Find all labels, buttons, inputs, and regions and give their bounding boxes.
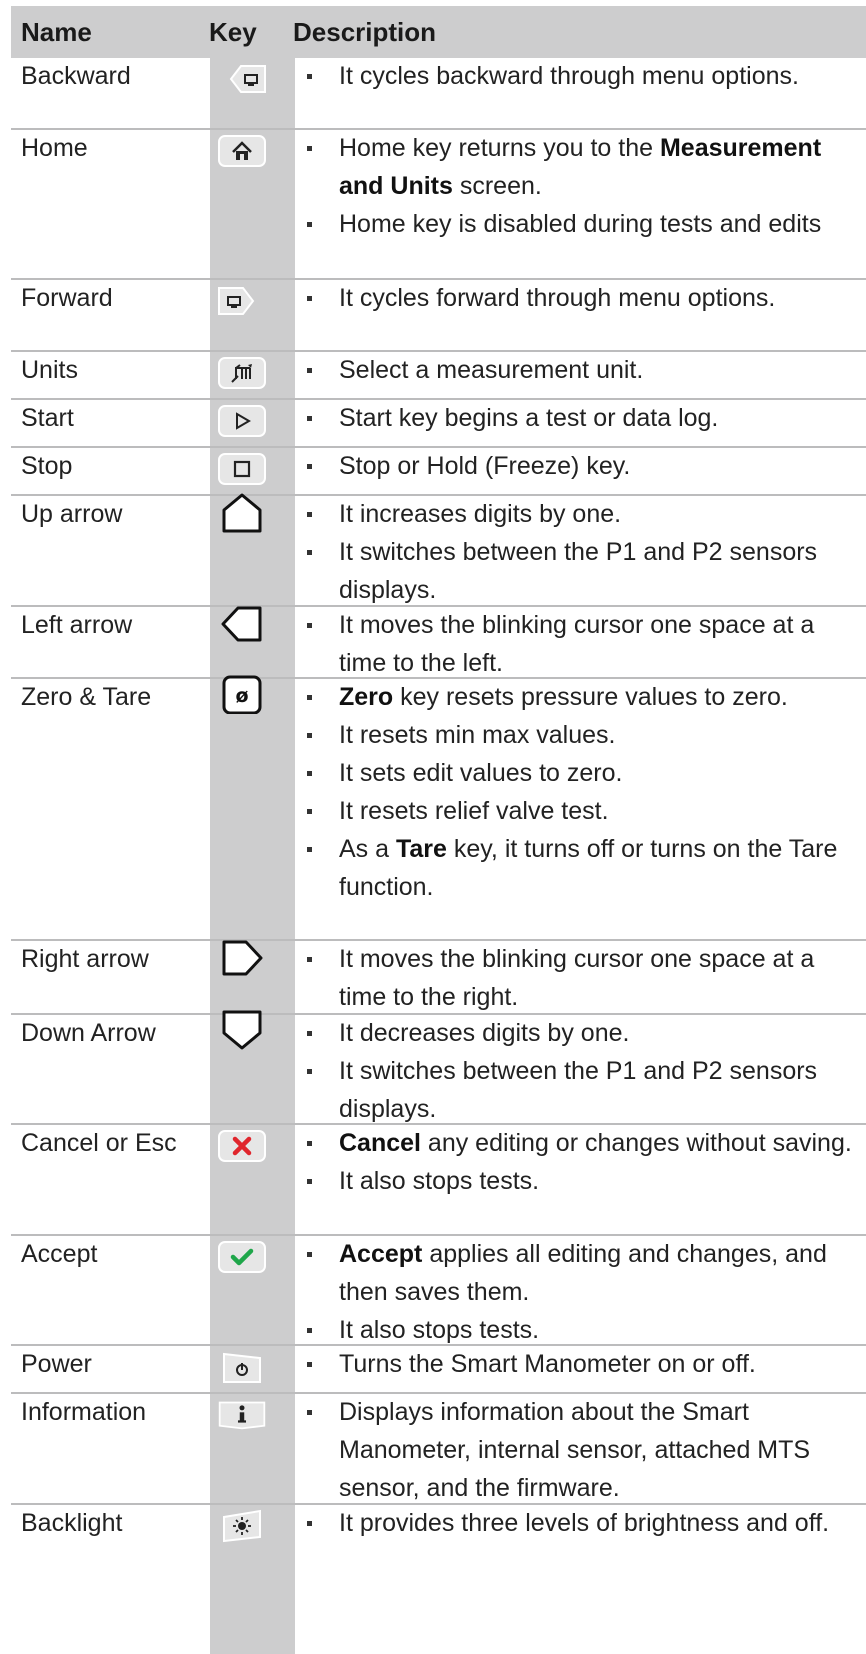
key-description: Cancel any editing or changes without sa… bbox=[295, 1124, 866, 1200]
key-description: Accept applies all editing and changes, … bbox=[295, 1235, 866, 1349]
description-bullet: As a Tare key, it turns off or turns on … bbox=[295, 830, 866, 906]
up-arrow-icon bbox=[217, 493, 267, 533]
power-icon bbox=[217, 1351, 267, 1383]
key-name: Cancel or Esc bbox=[21, 1129, 177, 1157]
key-description: Start key begins a test or data log. bbox=[295, 399, 866, 437]
bullet-bold-term: Zero bbox=[339, 683, 394, 711]
forward-icon bbox=[217, 285, 267, 317]
description-bullet: It sets edit values to zero. bbox=[295, 754, 866, 792]
home-icon bbox=[217, 135, 267, 167]
description-bullet: Accept applies all editing and changes, … bbox=[295, 1235, 866, 1311]
key-name: Backlight bbox=[21, 1509, 123, 1537]
key-name: Accept bbox=[21, 1240, 98, 1268]
description-bullet: Start key begins a test or data log. bbox=[295, 399, 866, 437]
key-name: Right arrow bbox=[21, 945, 149, 973]
key-description: It moves the blinking cursor one space a… bbox=[295, 606, 866, 682]
bullet-text: screen. bbox=[452, 172, 542, 200]
key-name: Zero & Tare bbox=[21, 683, 152, 711]
description-bullet: Turns the Smart Manometer on or off. bbox=[295, 1345, 866, 1383]
down-arrow-icon bbox=[217, 1010, 267, 1050]
left-arrow-icon bbox=[217, 606, 267, 642]
description-bullet: It decreases digits by one. bbox=[295, 1014, 866, 1052]
backlight-icon bbox=[217, 1509, 267, 1543]
description-bullet: Stop or Hold (Freeze) key. bbox=[295, 447, 866, 485]
right-arrow-icon bbox=[217, 940, 267, 976]
description-bullet: Home key is disabled during tests and ed… bbox=[295, 205, 866, 243]
description-bullet: It resets relief valve test. bbox=[295, 792, 866, 830]
description-bullet: It switches between the P1 and P2 sensor… bbox=[295, 533, 866, 609]
description-bullet: It moves the blinking cursor one space a… bbox=[295, 606, 866, 682]
key-name: Down Arrow bbox=[21, 1019, 156, 1047]
key-description: Select a measurement unit. bbox=[295, 351, 866, 389]
description-bullet: Home key returns you to the Measurement … bbox=[295, 129, 866, 205]
key-name: Left arrow bbox=[21, 611, 133, 639]
key-name: Forward bbox=[21, 284, 113, 312]
key-name: Stop bbox=[21, 452, 73, 480]
bullet-bold-term: Tare bbox=[395, 835, 447, 863]
units-icon bbox=[217, 357, 267, 389]
description-bullet: Displays information about the Smart Man… bbox=[295, 1393, 866, 1507]
description-bullet: It resets min max values. bbox=[295, 716, 866, 754]
table-header: Name Key Description bbox=[11, 6, 866, 58]
key-name: Start bbox=[21, 404, 74, 432]
description-bullet: It cycles forward through menu options. bbox=[295, 279, 866, 317]
description-bullet: It cycles backward through menu options. bbox=[295, 57, 866, 95]
key-description: Displays information about the Smart Man… bbox=[295, 1393, 866, 1507]
key-description: It cycles forward through menu options. bbox=[295, 279, 866, 317]
bullet-text: As a bbox=[339, 835, 396, 863]
key-name: Backward bbox=[21, 62, 131, 90]
key-description: Turns the Smart Manometer on or off. bbox=[295, 1345, 866, 1383]
key-name: Information bbox=[21, 1398, 147, 1426]
description-bullet: Zero key resets pressure values to zero. bbox=[295, 678, 866, 716]
key-description: Stop or Hold (Freeze) key. bbox=[295, 447, 866, 485]
cancel-icon bbox=[217, 1130, 267, 1162]
key-description: It provides three levels of brightness a… bbox=[295, 1504, 866, 1542]
description-bullet: It increases digits by one. bbox=[295, 495, 866, 533]
header-key: Key bbox=[209, 17, 257, 47]
key-name: Power bbox=[21, 1350, 92, 1378]
key-description: It increases digits by one. It switches b… bbox=[295, 495, 866, 609]
backward-icon bbox=[217, 63, 267, 95]
svg-text:ø: ø bbox=[235, 685, 248, 707]
header-description: Description bbox=[293, 17, 437, 47]
key-description: It decreases digits by one. It switches b… bbox=[295, 1014, 866, 1128]
key-description: It cycles backward through menu options. bbox=[295, 57, 866, 95]
key-name: Up arrow bbox=[21, 500, 123, 528]
description-bullet: It also stops tests. bbox=[295, 1162, 866, 1200]
key-reference-table: Name Key Description Backward It cycles b… bbox=[11, 6, 866, 1654]
bullet-text: Home key returns you to the bbox=[339, 134, 660, 162]
key-description: It moves the blinking cursor one space a… bbox=[295, 940, 866, 1016]
stop-icon bbox=[217, 453, 267, 485]
description-bullet: Select a measurement unit. bbox=[295, 351, 866, 389]
description-bullet: It moves the blinking cursor one space a… bbox=[295, 940, 866, 1016]
bullet-bold-term: Accept bbox=[339, 1240, 423, 1268]
zero-tare-icon: ø bbox=[217, 675, 267, 714]
key-name: Units bbox=[21, 356, 78, 384]
accept-icon bbox=[217, 1241, 267, 1273]
bullet-text: key resets pressure values to zero. bbox=[393, 683, 788, 711]
bullet-text: any editing or changes without saving. bbox=[420, 1129, 852, 1157]
description-bullet: It switches between the P1 and P2 sensor… bbox=[295, 1052, 866, 1128]
bullet-bold-term: Cancel bbox=[339, 1129, 421, 1157]
description-bullet: It provides three levels of brightness a… bbox=[295, 1504, 866, 1542]
description-bullet: Cancel any editing or changes without sa… bbox=[295, 1124, 866, 1162]
information-icon bbox=[217, 1399, 267, 1431]
key-name: Home bbox=[21, 134, 88, 162]
key-description: Home key returns you to the Measurement … bbox=[295, 129, 866, 243]
header-name: Name bbox=[21, 17, 92, 47]
key-description: Zero key resets pressure values to zero.… bbox=[295, 678, 866, 906]
start-icon bbox=[217, 405, 267, 437]
